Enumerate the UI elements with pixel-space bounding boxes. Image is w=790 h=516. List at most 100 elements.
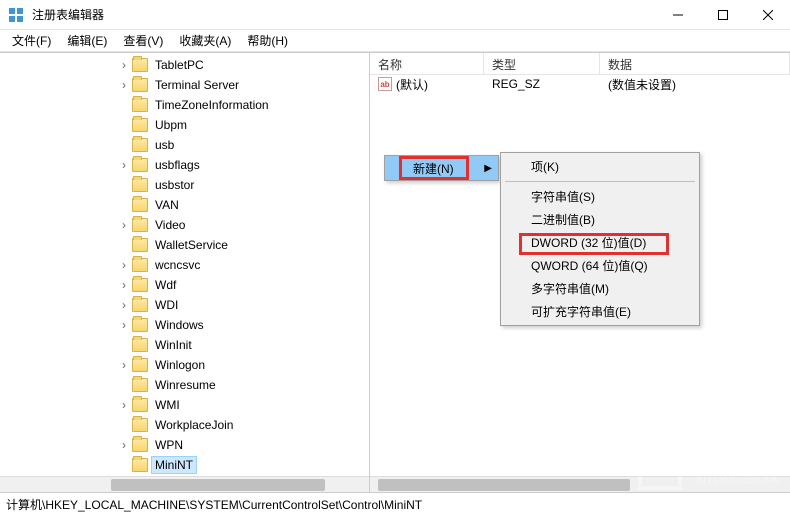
folder-icon: [132, 218, 148, 232]
submenu-qword[interactable]: QWORD (64 位)值(Q): [501, 254, 699, 277]
tree-item-label: wcncsvc: [152, 257, 203, 273]
blank-icon: [118, 339, 130, 351]
tree-item[interactable]: › TabletPC: [100, 55, 369, 75]
tree-item[interactable]: usbstor: [100, 175, 369, 195]
list-header: 名称 类型 数据: [370, 53, 790, 75]
tree-item[interactable]: Ubpm: [100, 115, 369, 135]
tree-item-label: Terminal Server: [152, 77, 242, 93]
expand-icon[interactable]: ›: [118, 279, 130, 291]
app-icon: [8, 7, 24, 23]
maximize-button[interactable]: [700, 0, 745, 30]
blank-icon: [118, 119, 130, 131]
col-data[interactable]: 数据: [600, 53, 790, 74]
submenu-binary[interactable]: 二进制值(B): [501, 208, 699, 231]
folder-icon: [132, 98, 148, 112]
expand-icon[interactable]: ›: [118, 359, 130, 371]
menu-view[interactable]: 查看(V): [115, 30, 171, 51]
list-hscrollbar[interactable]: [370, 476, 790, 492]
folder-icon: [132, 338, 148, 352]
tree-item[interactable]: Winresume: [100, 375, 369, 395]
blank-icon: [118, 179, 130, 191]
expand-icon[interactable]: ›: [118, 259, 130, 271]
folder-icon: [132, 278, 148, 292]
submenu-expand[interactable]: 可扩充字符串值(E): [501, 300, 699, 323]
tree-item[interactable]: WorkplaceJoin: [100, 415, 369, 435]
expand-icon[interactable]: ›: [118, 399, 130, 411]
tree-item[interactable]: › WPN: [100, 435, 369, 455]
menu-help[interactable]: 帮助(H): [239, 30, 296, 51]
expand-icon[interactable]: ›: [118, 439, 130, 451]
folder-icon: [132, 258, 148, 272]
tree-item[interactable]: WalletService: [100, 235, 369, 255]
menu-file[interactable]: 文件(F): [4, 30, 59, 51]
folder-icon: [132, 118, 148, 132]
expand-icon[interactable]: ›: [118, 319, 130, 331]
blank-icon: [118, 199, 130, 211]
tree-item[interactable]: ›Winlogon: [100, 355, 369, 375]
menu-separator: [505, 181, 695, 182]
blank-icon: [118, 459, 130, 471]
context-new[interactable]: 新建(N) ▶: [385, 156, 498, 180]
blank-icon: [118, 239, 130, 251]
tree-item[interactable]: WinInit: [100, 335, 369, 355]
expand-icon[interactable]: ›: [118, 219, 130, 231]
list-row[interactable]: ab (默认) REG_SZ (数值未设置): [370, 75, 790, 93]
blank-icon: [118, 379, 130, 391]
tree-item-label: TabletPC: [152, 57, 207, 73]
tree-item[interactable]: › wcncsvc: [100, 255, 369, 275]
folder-icon: [132, 378, 148, 392]
submenu-dword[interactable]: DWORD (32 位)值(D): [501, 231, 699, 254]
tree-item-label: WMI: [152, 397, 183, 413]
expand-icon[interactable]: ›: [118, 159, 130, 171]
tree-item[interactable]: TimeZoneInformation: [100, 95, 369, 115]
tree-item[interactable]: usb: [100, 135, 369, 155]
folder-icon: [132, 438, 148, 452]
tree-item-label: WPN: [152, 437, 186, 453]
expand-icon[interactable]: ›: [118, 59, 130, 71]
tree-item[interactable]: VAN: [100, 195, 369, 215]
tree-item[interactable]: ›WDI: [100, 295, 369, 315]
tree-item[interactable]: ›Video: [100, 215, 369, 235]
submenu-arrow-icon: ▶: [484, 163, 492, 174]
folder-icon: [132, 158, 148, 172]
registry-tree: › TabletPC › Terminal Server TimeZoneInforma…: [0, 53, 369, 477]
expand-icon[interactable]: ›: [118, 299, 130, 311]
tree-item-label: usbstor: [152, 177, 197, 193]
context-submenu: 项(K) 字符串值(S) 二进制值(B) DWORD (32 位)值(D) QW…: [500, 152, 700, 326]
tree-item-label: usb: [152, 137, 177, 153]
tree-item[interactable]: › Terminal Server: [100, 75, 369, 95]
tree-item[interactable]: ›usbflags: [100, 155, 369, 175]
folder-icon: [132, 358, 148, 372]
menu-favorites[interactable]: 收藏夹(A): [171, 30, 239, 51]
tree-hscrollbar[interactable]: [0, 476, 369, 492]
tree-item[interactable]: MiniNT: [100, 455, 369, 475]
submenu-multi[interactable]: 多字符串值(M): [501, 277, 699, 300]
submenu-key[interactable]: 项(K): [501, 155, 699, 178]
folder-icon: [132, 458, 148, 472]
folder-icon: [132, 318, 148, 332]
folder-icon: [132, 178, 148, 192]
col-type[interactable]: 类型: [484, 53, 600, 74]
tree-item[interactable]: › WMI: [100, 395, 369, 415]
tree-item-label: VAN: [152, 197, 182, 213]
folder-icon: [132, 58, 148, 72]
tree-item-label: Winresume: [152, 377, 219, 393]
submenu-string[interactable]: 字符串值(S): [501, 185, 699, 208]
folder-icon: [132, 298, 148, 312]
context-menu: 新建(N) ▶: [384, 155, 499, 181]
titlebar: 注册表编辑器: [0, 0, 790, 30]
tree-item[interactable]: ›Wdf: [100, 275, 369, 295]
col-name[interactable]: 名称: [370, 53, 484, 74]
context-new-label: 新建(N): [413, 160, 454, 177]
value-data: (数值未设置): [600, 76, 790, 93]
value-type: REG_SZ: [484, 77, 600, 91]
folder-icon: [132, 238, 148, 252]
expand-icon[interactable]: ›: [118, 79, 130, 91]
minimize-button[interactable]: [655, 0, 700, 30]
blank-icon: [118, 99, 130, 111]
tree-item[interactable]: ›Windows: [100, 315, 369, 335]
blank-icon: [118, 419, 130, 431]
close-button[interactable]: [745, 0, 790, 30]
tree-pane[interactable]: › TabletPC › Terminal Server TimeZoneInforma…: [0, 53, 370, 492]
menu-edit[interactable]: 编辑(E): [59, 30, 115, 51]
